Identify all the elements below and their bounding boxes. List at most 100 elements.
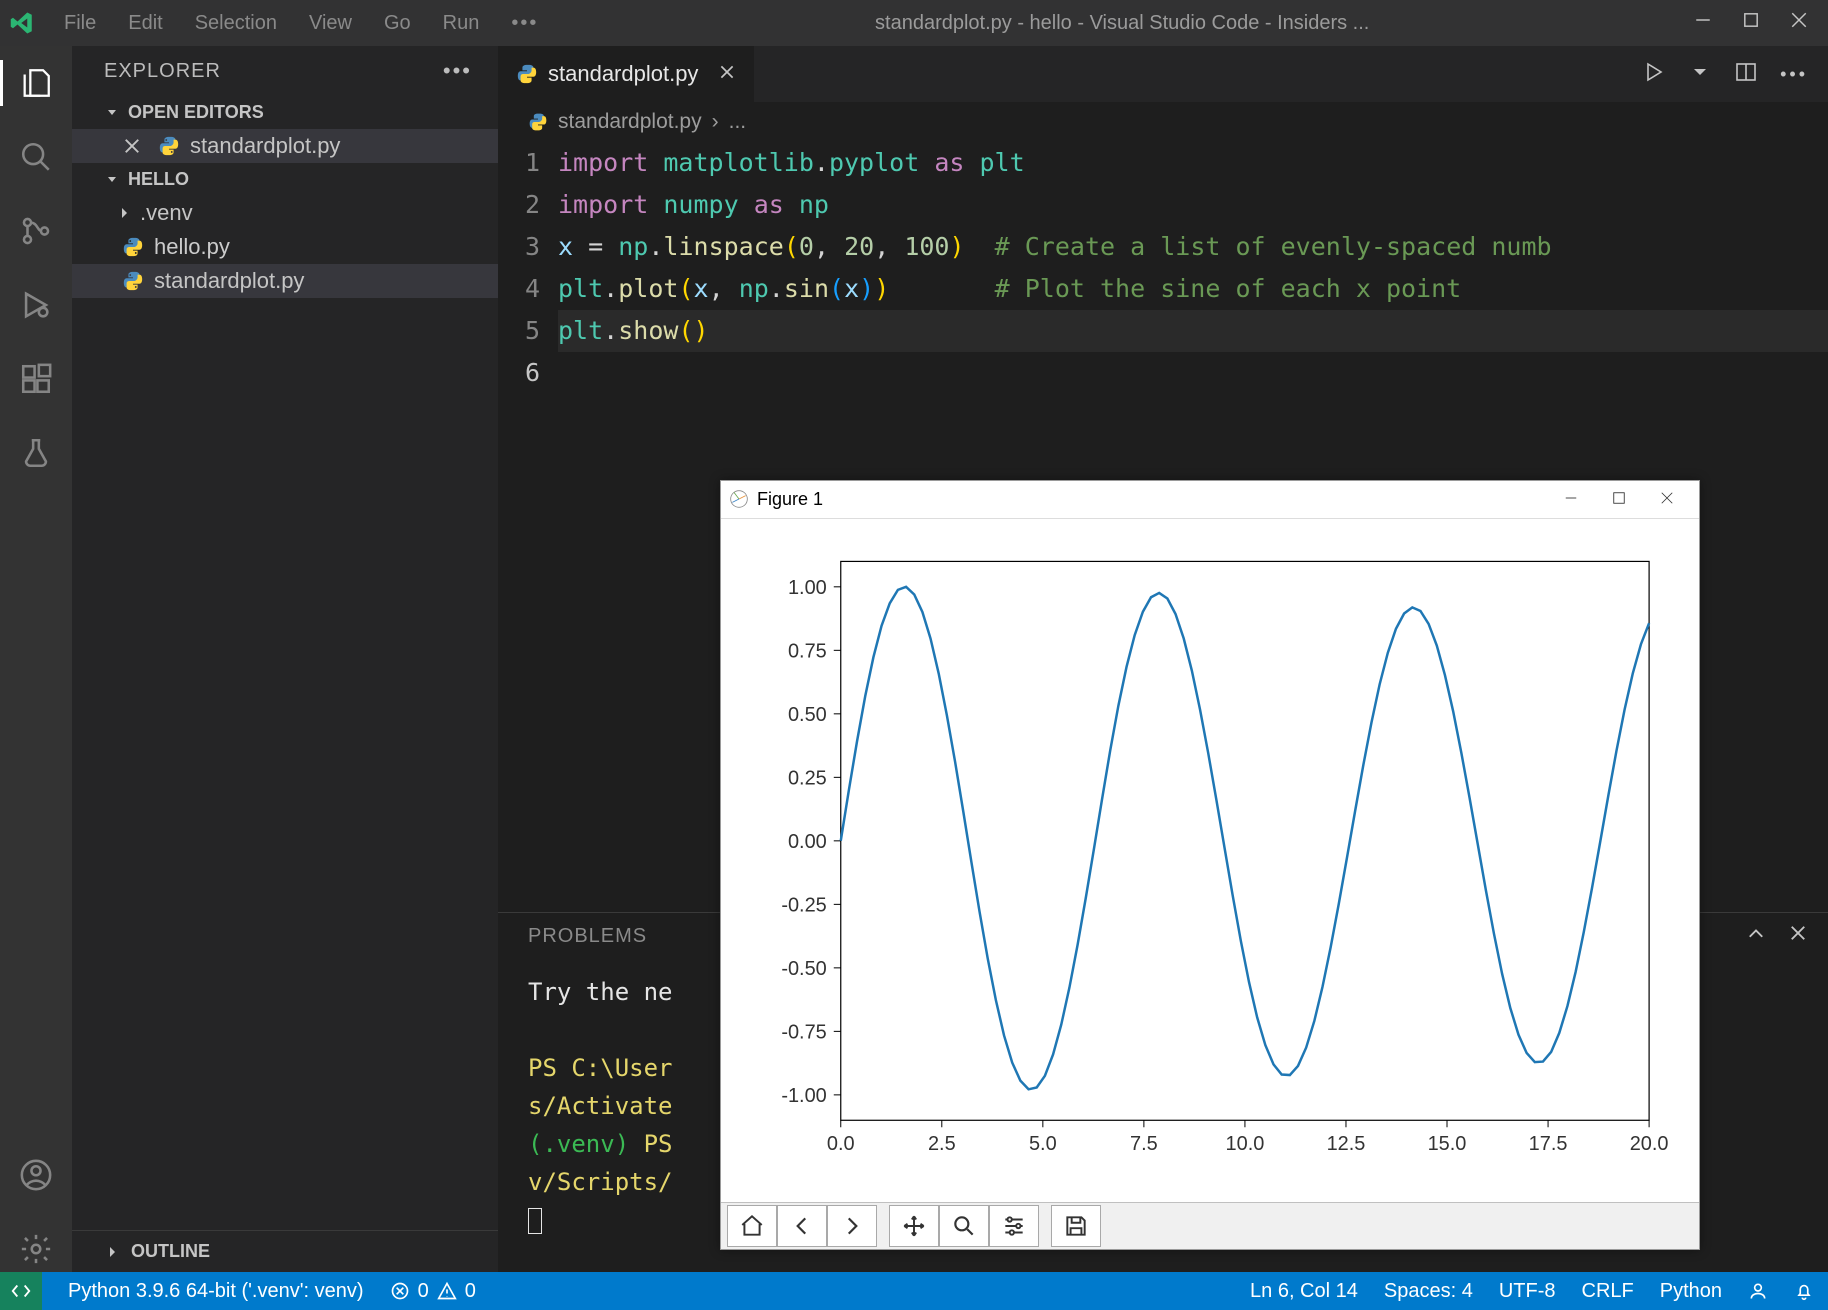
activity-explorer-icon[interactable] xyxy=(0,60,72,106)
tree-file-name: hello.py xyxy=(154,234,230,260)
breadcrumb-file[interactable]: standardplot.py xyxy=(558,110,702,134)
explorer-more-icon[interactable]: ••• xyxy=(443,58,472,84)
window-maximize-button[interactable] xyxy=(1742,11,1760,35)
svg-text:17.5: 17.5 xyxy=(1529,1133,1568,1155)
menu-selection[interactable]: Selection xyxy=(183,8,289,39)
terminal-line: Try the ne xyxy=(528,978,673,1006)
menu-go[interactable]: Go xyxy=(372,8,423,39)
plot-area[interactable]: 0.02.55.07.510.012.515.017.520.0-1.00-0.… xyxy=(721,519,1699,1203)
panel-close-icon[interactable] xyxy=(1788,923,1808,949)
activity-accounts-icon[interactable] xyxy=(0,1152,72,1198)
editor-more-icon[interactable]: ••• xyxy=(1780,64,1808,85)
activity-extensions-icon[interactable] xyxy=(0,356,72,402)
svg-text:-1.00: -1.00 xyxy=(781,1084,826,1106)
svg-text:-0.75: -0.75 xyxy=(781,1021,826,1043)
figure-close-button[interactable] xyxy=(1643,489,1691,510)
activity-testing-icon[interactable] xyxy=(0,430,72,476)
toolbar-back-icon[interactable] xyxy=(777,1205,827,1247)
terminal-line: PS C:\User xyxy=(528,1054,673,1082)
status-cursor[interactable]: Ln 6, Col 14 xyxy=(1250,1280,1358,1303)
matplotlib-figure-window[interactable]: Figure 1 0.02.55.07.510.012.515.017.520.… xyxy=(720,480,1700,1250)
python-file-icon xyxy=(516,63,538,85)
svg-text:0.00: 0.00 xyxy=(788,830,827,852)
menu-view[interactable]: View xyxy=(297,8,364,39)
activity-run-debug-icon[interactable] xyxy=(0,282,72,328)
svg-text:12.5: 12.5 xyxy=(1327,1133,1366,1155)
status-feedback-icon[interactable] xyxy=(1748,1281,1768,1301)
figure-maximize-button[interactable] xyxy=(1595,489,1643,510)
terminal-line: (.venv) xyxy=(528,1130,629,1158)
breadcrumb-more[interactable]: ... xyxy=(729,110,747,134)
terminal-line: s/Activate xyxy=(528,1092,673,1120)
status-warnings: 0 xyxy=(465,1280,476,1303)
status-errors: 0 xyxy=(418,1280,429,1303)
activity-search-icon[interactable] xyxy=(0,134,72,180)
menu-bar: File Edit Selection View Go Run ••• xyxy=(52,8,550,39)
outline-label: OUTLINE xyxy=(131,1241,210,1261)
panel-maximize-icon[interactable] xyxy=(1746,923,1766,949)
open-editors-label: OPEN EDITORS xyxy=(128,102,264,123)
status-eol[interactable]: CRLF xyxy=(1582,1280,1634,1303)
status-bell-icon[interactable] xyxy=(1794,1281,1814,1301)
editor-tab[interactable]: standardplot.py xyxy=(498,46,754,102)
terminal-cursor xyxy=(528,1208,542,1234)
figure-titlebar[interactable]: Figure 1 xyxy=(721,481,1699,519)
activity-settings-icon[interactable] xyxy=(0,1226,72,1272)
workspace-label: HELLO xyxy=(128,169,189,190)
status-spaces[interactable]: Spaces: 4 xyxy=(1384,1280,1473,1303)
chevron-right-icon xyxy=(116,205,132,221)
toolbar-forward-icon[interactable] xyxy=(827,1205,877,1247)
tree-file-name: standardplot.py xyxy=(154,268,304,294)
toolbar-save-icon[interactable] xyxy=(1051,1205,1101,1247)
python-file-icon xyxy=(122,236,144,258)
svg-text:0.25: 0.25 xyxy=(788,767,827,789)
toolbar-configure-icon[interactable] xyxy=(989,1205,1039,1247)
explorer-sidebar: EXPLORER ••• OPEN EDITORS standardplot.p… xyxy=(72,46,498,1272)
explorer-title: EXPLORER xyxy=(104,60,221,83)
tree-file-standardplot[interactable]: standardplot.py xyxy=(72,264,498,298)
open-editors-header[interactable]: OPEN EDITORS xyxy=(72,96,498,129)
run-file-icon[interactable] xyxy=(1642,60,1666,89)
status-remote-icon[interactable] xyxy=(0,1272,42,1310)
python-file-icon xyxy=(122,270,144,292)
figure-minimize-button[interactable] xyxy=(1547,489,1595,510)
window-minimize-button[interactable] xyxy=(1694,11,1712,35)
menu-edit[interactable]: Edit xyxy=(116,8,174,39)
workspace-header[interactable]: HELLO xyxy=(72,163,498,196)
status-language[interactable]: Python xyxy=(1660,1280,1722,1303)
menu-overflow[interactable]: ••• xyxy=(499,8,550,39)
menu-run[interactable]: Run xyxy=(431,8,492,39)
close-icon[interactable] xyxy=(122,136,142,156)
tree-folder-venv[interactable]: .venv xyxy=(72,196,498,230)
svg-text:-0.50: -0.50 xyxy=(781,957,826,979)
svg-text:5.0: 5.0 xyxy=(1029,1133,1057,1155)
toolbar-zoom-icon[interactable] xyxy=(939,1205,989,1247)
svg-text:20.0: 20.0 xyxy=(1630,1133,1669,1155)
activity-source-control-icon[interactable] xyxy=(0,208,72,254)
status-problems[interactable]: 0 0 xyxy=(390,1280,476,1303)
svg-text:15.0: 15.0 xyxy=(1428,1133,1467,1155)
toolbar-home-icon[interactable] xyxy=(727,1205,777,1247)
svg-text:0.50: 0.50 xyxy=(788,703,827,725)
terminal-line: PS xyxy=(629,1130,672,1158)
vscode-logo-icon xyxy=(10,11,34,35)
matplotlib-icon xyxy=(729,489,749,509)
split-editor-icon[interactable] xyxy=(1734,60,1758,89)
outline-header[interactable]: OUTLINE xyxy=(72,1230,498,1272)
editor-tab-label: standardplot.py xyxy=(548,61,698,87)
window-close-button[interactable] xyxy=(1790,11,1808,35)
menu-file[interactable]: File xyxy=(52,8,108,39)
activity-bar xyxy=(0,46,72,1272)
open-editor-item[interactable]: standardplot.py xyxy=(72,129,498,163)
toolbar-pan-icon[interactable] xyxy=(889,1205,939,1247)
tree-file-hello[interactable]: hello.py xyxy=(72,230,498,264)
run-dropdown-icon[interactable] xyxy=(1688,60,1712,89)
tab-close-icon[interactable] xyxy=(718,61,736,87)
status-interpreter[interactable]: Python 3.9.6 64-bit ('.venv': venv) xyxy=(68,1280,364,1303)
window-title: standardplot.py - hello - Visual Studio … xyxy=(550,12,1694,35)
open-editor-name: standardplot.py xyxy=(190,133,340,159)
panel-tab-problems[interactable]: PROBLEMS xyxy=(528,925,647,948)
breadcrumb[interactable]: standardplot.py › ... xyxy=(498,102,1828,142)
svg-text:2.5: 2.5 xyxy=(928,1133,956,1155)
status-encoding[interactable]: UTF-8 xyxy=(1499,1280,1556,1303)
